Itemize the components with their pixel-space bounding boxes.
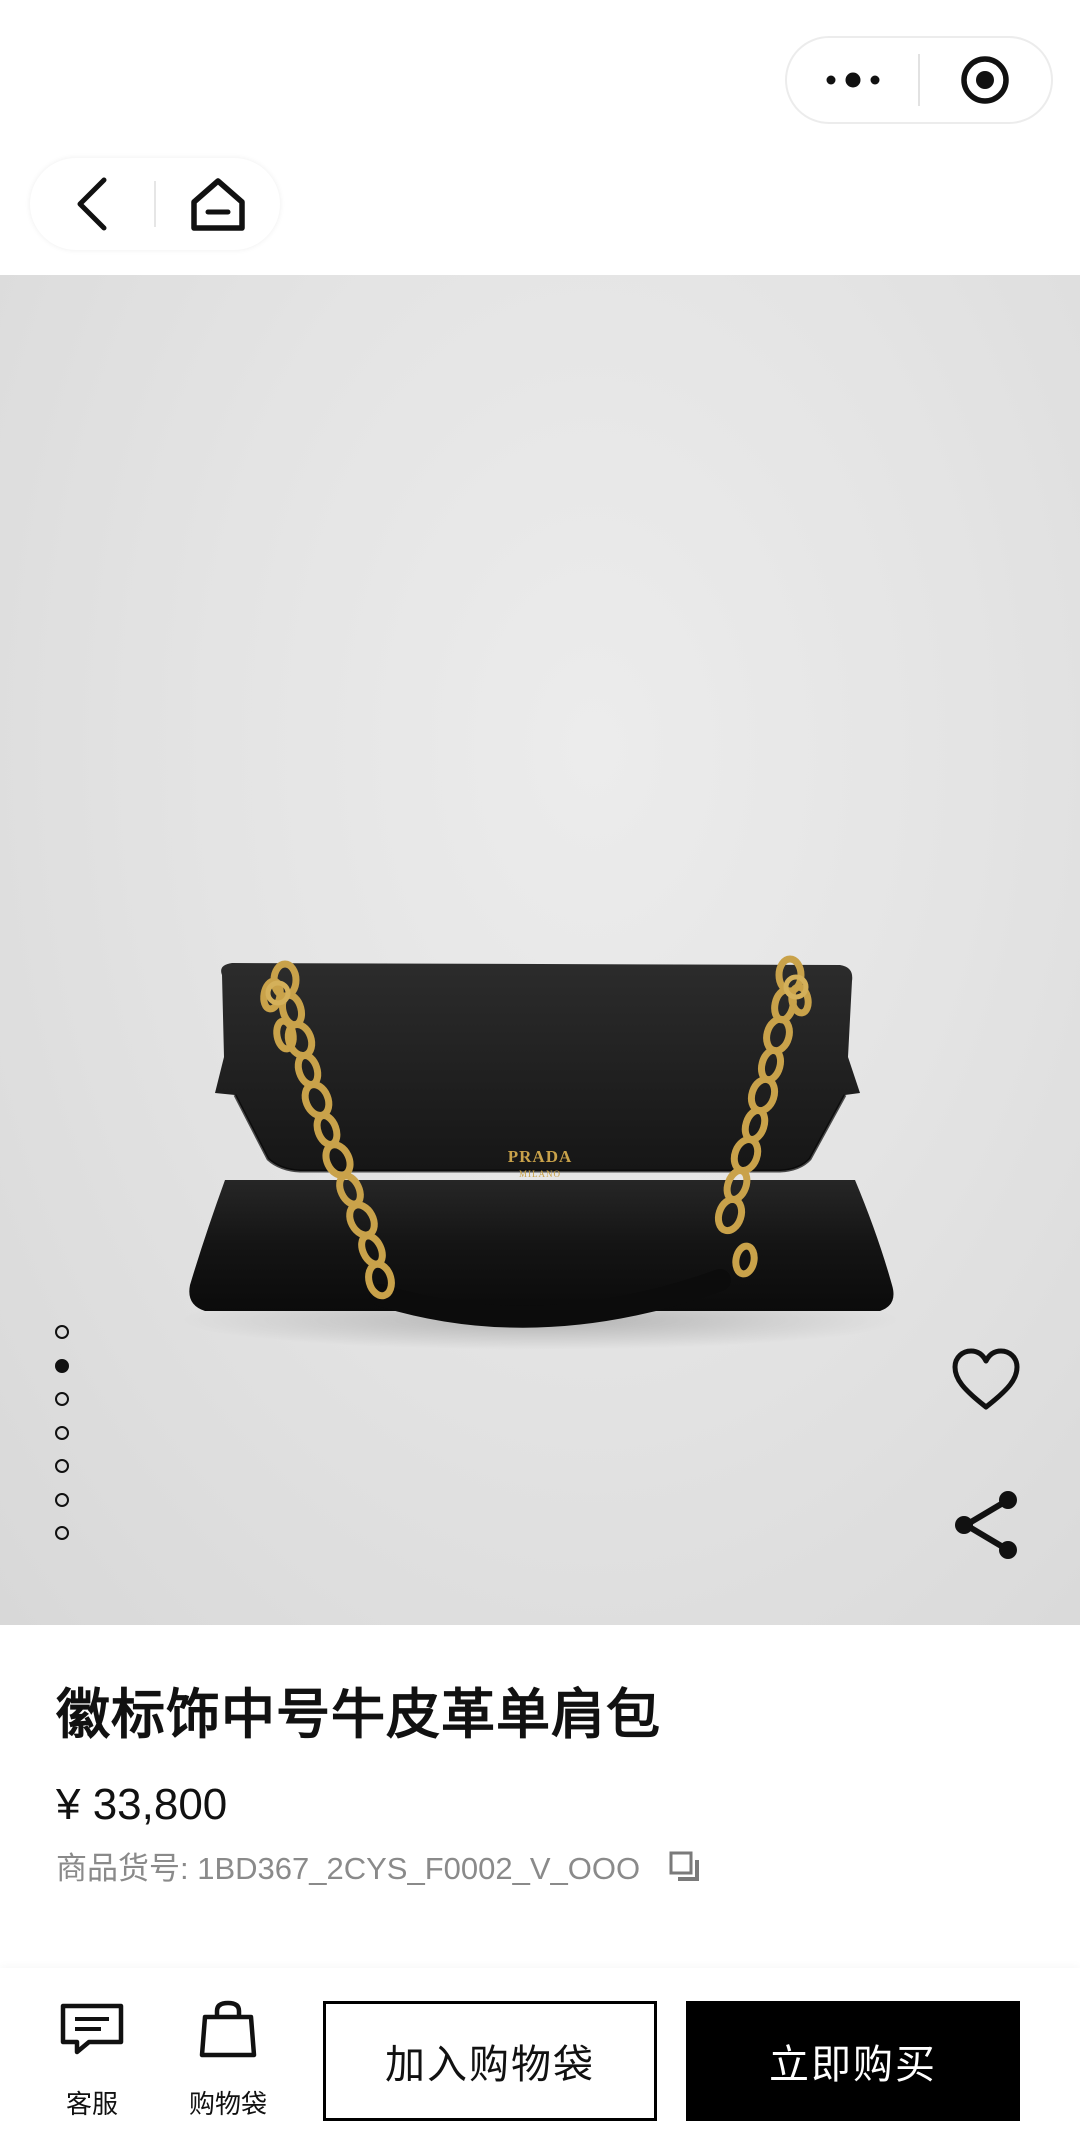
gallery-dot[interactable] bbox=[55, 1325, 69, 1339]
customer-service-label: 客服 bbox=[65, 2089, 118, 2119]
more-icon bbox=[826, 72, 879, 88]
chat-icon bbox=[60, 2003, 124, 2055]
customer-service-button[interactable]: 客服 bbox=[32, 1968, 152, 2130]
shopping-bag-icon bbox=[199, 2000, 257, 2058]
product-title: 徽标饰中号牛皮革单肩包 bbox=[56, 1685, 661, 1745]
gallery-dot[interactable] bbox=[55, 1392, 69, 1406]
product-image-gallery[interactable]: PRADA MILANO bbox=[0, 275, 1080, 1625]
product-sku: 商品货号: 1BD367_2CYS_F0002_V_OOO bbox=[56, 1851, 641, 1886]
sku-row: 商品货号: 1BD367_2CYS_F0002_V_OOO bbox=[56, 1843, 702, 1888]
home-button[interactable] bbox=[156, 158, 280, 250]
gallery-dot[interactable] bbox=[55, 1425, 69, 1440]
gallery-dot[interactable] bbox=[55, 1459, 69, 1473]
product-image: PRADA MILANO bbox=[180, 955, 900, 1350]
gallery-dot-active[interactable] bbox=[55, 1358, 69, 1373]
copy-icon bbox=[669, 1851, 700, 1881]
add-to-bag-button[interactable]: 加入购物袋 bbox=[323, 2001, 657, 2121]
back-button[interactable] bbox=[30, 158, 154, 250]
buy-now-button[interactable]: 立即购买 bbox=[686, 2001, 1020, 2121]
heart-icon bbox=[952, 1348, 1020, 1410]
navigation-pill bbox=[30, 158, 280, 250]
brand-logo-sub: MILANO bbox=[519, 1169, 561, 1179]
shopping-bag-label: 购物袋 bbox=[188, 2089, 267, 2119]
back-chevron-icon bbox=[77, 177, 107, 231]
gallery-dot[interactable] bbox=[55, 1492, 69, 1507]
share-icon bbox=[955, 1491, 1017, 1559]
home-icon bbox=[191, 178, 245, 231]
close-miniprogram-button[interactable] bbox=[920, 38, 1051, 122]
product-price: ¥ 33,800 bbox=[56, 1780, 228, 1829]
brand-logo: PRADA bbox=[508, 1147, 573, 1166]
bottom-action-bar: 客服 购物袋 加入购物袋 立即购买 bbox=[0, 1968, 1080, 2130]
favorite-button[interactable] bbox=[950, 1343, 1022, 1415]
target-icon bbox=[961, 56, 1010, 104]
shopping-bag-button[interactable]: 购物袋 bbox=[168, 1968, 288, 2130]
share-button[interactable] bbox=[950, 1485, 1022, 1565]
more-button[interactable] bbox=[787, 38, 918, 122]
mini-program-capsule bbox=[785, 36, 1053, 124]
gallery-pagination-dots bbox=[55, 1325, 71, 1560]
copy-sku-button[interactable] bbox=[666, 1848, 702, 1884]
gallery-dot[interactable] bbox=[55, 1526, 69, 1540]
